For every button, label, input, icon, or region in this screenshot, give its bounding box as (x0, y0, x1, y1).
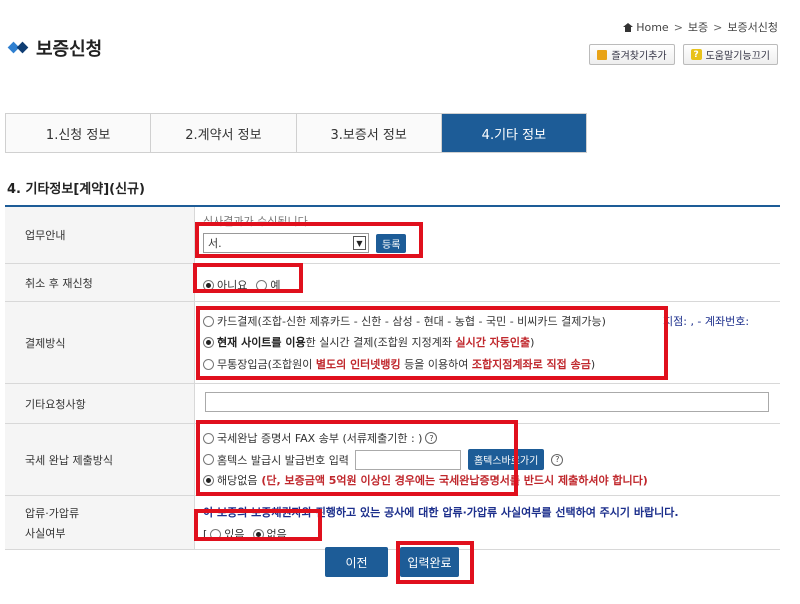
chevron-right-icon: > (713, 20, 723, 34)
guidance-notice: 심사결과가 수신됩니다. (203, 215, 312, 228)
form-table: 업무안내 심사결과가 수신됩니다. 서. ▼ 등록 취소 후 재신청 아니요 예 (5, 205, 780, 550)
register-button[interactable]: 등록 (376, 233, 407, 253)
resubmit-no-label: 아니요 (217, 279, 248, 292)
hometax-shortcut-button[interactable]: 홈텍스바로가기 (467, 449, 545, 470)
chevron-down-icon: ▼ (353, 236, 366, 250)
complete-button[interactable]: 입력완료 (400, 547, 459, 577)
payment-card-radio[interactable] (203, 315, 214, 327)
row-resubmit: 취소 후 재신청 아니요 예 (5, 264, 780, 302)
payment-transfer-radio[interactable] (203, 358, 214, 370)
resubmit-yes-label: 예 (270, 279, 281, 292)
tab-application-info[interactable]: 1.신청 정보 (6, 114, 152, 152)
label-guidance: 업무안내 (5, 207, 195, 263)
tab-contract-info[interactable]: 2.계약서 정보 (151, 114, 297, 152)
seizure-no-radio[interactable] (252, 528, 264, 540)
tax-hometax-label: 홈텍스 발급시 발급번호 입력 (217, 453, 349, 467)
tab-other-info[interactable]: 4.기타 정보 (441, 114, 586, 152)
seizure-yes-label: 있음 (224, 528, 245, 541)
guidance-select[interactable]: 서. ▼ (203, 233, 369, 253)
tax-hometax-radio[interactable] (203, 454, 214, 465)
seizure-yes-radio[interactable] (210, 528, 222, 540)
section-title: 4. 기타정보[계약](신규) (7, 182, 145, 197)
diamond-icon (7, 41, 30, 54)
resubmit-no-radio[interactable] (203, 279, 214, 291)
breadcrumb: Home > 보증 > 보증서신청 (623, 19, 778, 35)
question-icon: ? (690, 49, 702, 60)
seizure-notice: 이 보증의 보증채권자와 진행하고 있는 공사에 대한 압류·가압류 사실여부를… (203, 506, 679, 519)
page-title: 보증신청 (7, 35, 102, 61)
breadcrumb-current: 보증서신청 (727, 21, 778, 34)
label-payment: 결제방식 (5, 302, 195, 383)
tax-none-radio[interactable] (203, 474, 214, 486)
help-toggle-button[interactable]: ? 도움말기능끄기 (682, 44, 778, 65)
step-tabs: 1.신청 정보 2.계약서 정보 3.보증서 정보 4.기타 정보 (5, 113, 587, 153)
label-seizure: 압류·가압류 사실여부 (5, 496, 195, 549)
payment-online-radio[interactable] (203, 336, 214, 348)
row-other-request: 기타요청사항 (5, 384, 780, 424)
bookmark-icon (597, 49, 608, 60)
label-tax: 국세 완납 제출방식 (5, 424, 195, 495)
row-seizure: 압류·가압류 사실여부 이 보증의 보증채권자와 진행하고 있는 공사에 대한 … (5, 496, 780, 550)
home-icon (623, 22, 634, 32)
other-request-input[interactable] (205, 392, 769, 412)
help-icon[interactable]: ? (425, 432, 438, 444)
bookmark-button[interactable]: 즐겨찾기추가 (589, 44, 675, 65)
help-icon[interactable]: ? (551, 453, 564, 466)
row-tax: 국세 완납 제출방식 국세완납 증명서 FAX 송부 (서류제출기한 : ) ?… (5, 424, 780, 496)
tax-issue-number-input[interactable] (354, 449, 461, 470)
tab-guarantee-info[interactable]: 3.보증서 정보 (296, 114, 442, 152)
tax-fax-radio[interactable] (203, 432, 214, 444)
row-payment: 결제방식 카드결제(조합-신한 제휴카드 - 신한 - 삼성 - 현대 - 농협… (5, 302, 780, 384)
seizure-no-label: 없음 (266, 528, 287, 541)
row-guidance: 업무안내 심사결과가 수신됩니다. 서. ▼ 등록 (5, 207, 780, 264)
prev-button[interactable]: 이전 (325, 547, 388, 577)
chevron-right-icon: > (673, 20, 683, 34)
breadcrumb-home[interactable]: Home (636, 21, 668, 34)
tax-fax-label: 국세완납 증명서 FAX 송부 (서류제출기한 : ) (217, 432, 423, 445)
label-other-request: 기타요청사항 (5, 384, 195, 423)
resubmit-yes-radio[interactable] (256, 279, 268, 291)
payment-account-note: 지점: , - 계좌번호: (663, 315, 750, 328)
label-resubmit: 취소 후 재신청 (5, 264, 195, 301)
payment-card-label: 카드결제(조합-신한 제휴카드 - 신한 - 삼성 - 현대 - 농협 - 국민… (217, 315, 606, 328)
breadcrumb-guarantee[interactable]: 보증 (688, 19, 708, 35)
